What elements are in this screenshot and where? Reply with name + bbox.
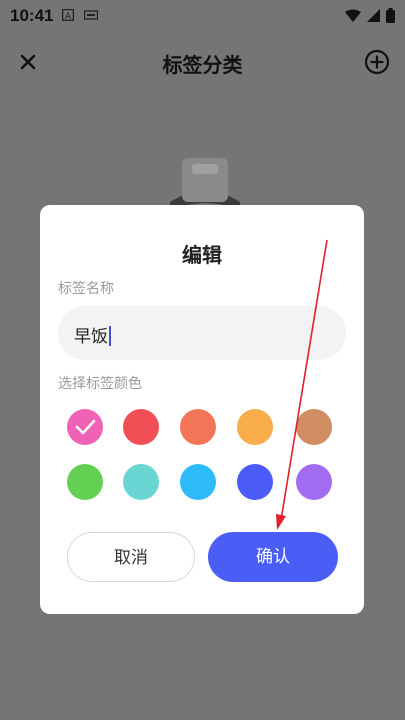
annotation-arrow	[276, 239, 328, 530]
